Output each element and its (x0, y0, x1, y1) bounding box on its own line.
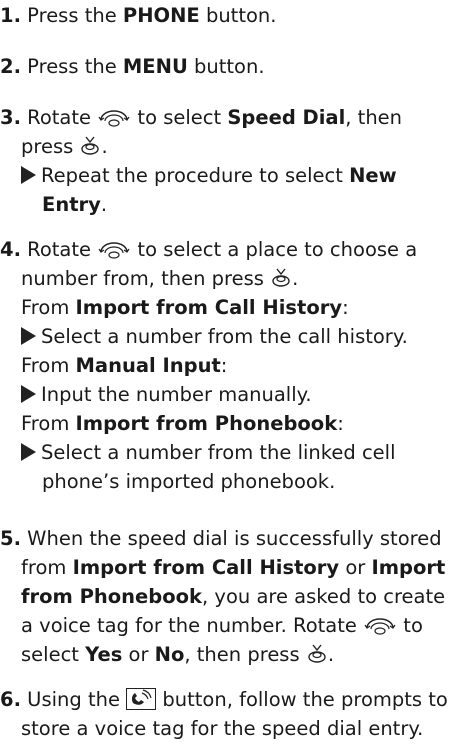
step-number: 4. (0, 238, 21, 261)
step-text: Using the (20, 688, 127, 711)
arrow-bullet-icon (21, 443, 36, 461)
step-number: 5. (0, 527, 21, 550)
step-number: 2. (0, 55, 21, 78)
step-text: From (21, 354, 76, 377)
step-5: 5. When the speed dial is successfully s… (0, 524, 476, 669)
step-text: button. (187, 55, 265, 78)
step-text: store a voice tag for the speed dial ent… (21, 717, 424, 740)
talk-button-icon (126, 688, 157, 710)
speed-dial-label: Speed Dial (227, 106, 346, 129)
rotary-knob-icon (98, 242, 130, 259)
new-entry-label: New (349, 164, 397, 187)
substep-text: Input the number manually. (41, 383, 312, 406)
import-call-history-label: Import from Call History (72, 556, 340, 579)
step-number: 1. (0, 4, 21, 27)
step-text: select (21, 643, 86, 666)
step-text: Rotate (20, 106, 92, 129)
step-text: , then press (184, 643, 306, 666)
import-phonebook-label: from Phonebook (21, 585, 203, 608)
arrow-bullet-icon (21, 166, 36, 184)
step-1: 1. Press the PHONE button. (0, 1, 476, 30)
substep-text: Repeat the procedure to select (41, 164, 350, 187)
step-text: : (342, 296, 349, 319)
step-text: Press the (20, 4, 123, 27)
step-4: 4. Rotate to select a place to choose a … (0, 235, 476, 496)
step-text: to (397, 614, 423, 637)
step-text: button. (199, 4, 277, 27)
rotary-knob-icon (98, 110, 130, 127)
step-text: . (101, 135, 108, 158)
step-text: From (21, 296, 76, 319)
press-enter-icon (81, 136, 100, 155)
step-text: to select (131, 106, 228, 129)
substep-text: . (100, 193, 108, 216)
step-text: Rotate (20, 238, 92, 261)
press-enter-icon (272, 268, 290, 287)
substep-text: Select a number from the linked cell (41, 441, 396, 464)
step-text: number from, then press (21, 267, 271, 290)
substep-text: phone’s imported phonebook. (42, 470, 336, 493)
yes-option-label: Yes (85, 643, 123, 666)
step-text: Press the (20, 55, 123, 78)
step-3: 3. Rotate to select Speed Dial, then pre… (0, 103, 476, 219)
step-text: from (21, 556, 73, 579)
step-text: or (122, 643, 155, 666)
step-text: a voice tag for the number. Rotate (21, 614, 357, 637)
step-text: press (21, 135, 80, 158)
step-text: , you are asked to create (202, 585, 446, 608)
step-number: 3. (0, 106, 21, 129)
press-enter-icon (308, 644, 326, 663)
arrow-bullet-icon (21, 385, 36, 403)
import-call-history-label: Import from Call History (75, 296, 343, 319)
menu-button-label: MENU (122, 55, 188, 78)
step-text: From (21, 412, 76, 435)
step-number: 6. (0, 688, 21, 711)
new-entry-label: Entry (42, 193, 101, 216)
step-text: When the speed dial is successfully stor… (20, 527, 442, 550)
step-text: or (339, 556, 372, 579)
step-2: 2. Press the MENU button. (0, 52, 476, 81)
step-text: . (292, 267, 299, 290)
step-text: : (337, 412, 344, 435)
rotary-knob-icon (364, 618, 396, 635)
arrow-bullet-icon (21, 327, 36, 345)
import-phonebook-label: Import (371, 556, 446, 579)
no-option-label: No (154, 643, 185, 666)
step-text: : (220, 354, 228, 377)
substep-text: Select a number from the call history. (41, 325, 408, 348)
import-phonebook-label: Import from Phonebook (75, 412, 338, 435)
phone-button-label: PHONE (122, 4, 200, 27)
step-text: , then (345, 106, 403, 129)
step-text: to select a place to choose a (131, 238, 418, 261)
manual-input-label: Manual Input (75, 354, 221, 377)
step-text: button, follow the prompts to (156, 688, 448, 711)
step-text: . (327, 643, 335, 666)
step-6: 6. Using the button, follow the prompts … (0, 685, 476, 743)
